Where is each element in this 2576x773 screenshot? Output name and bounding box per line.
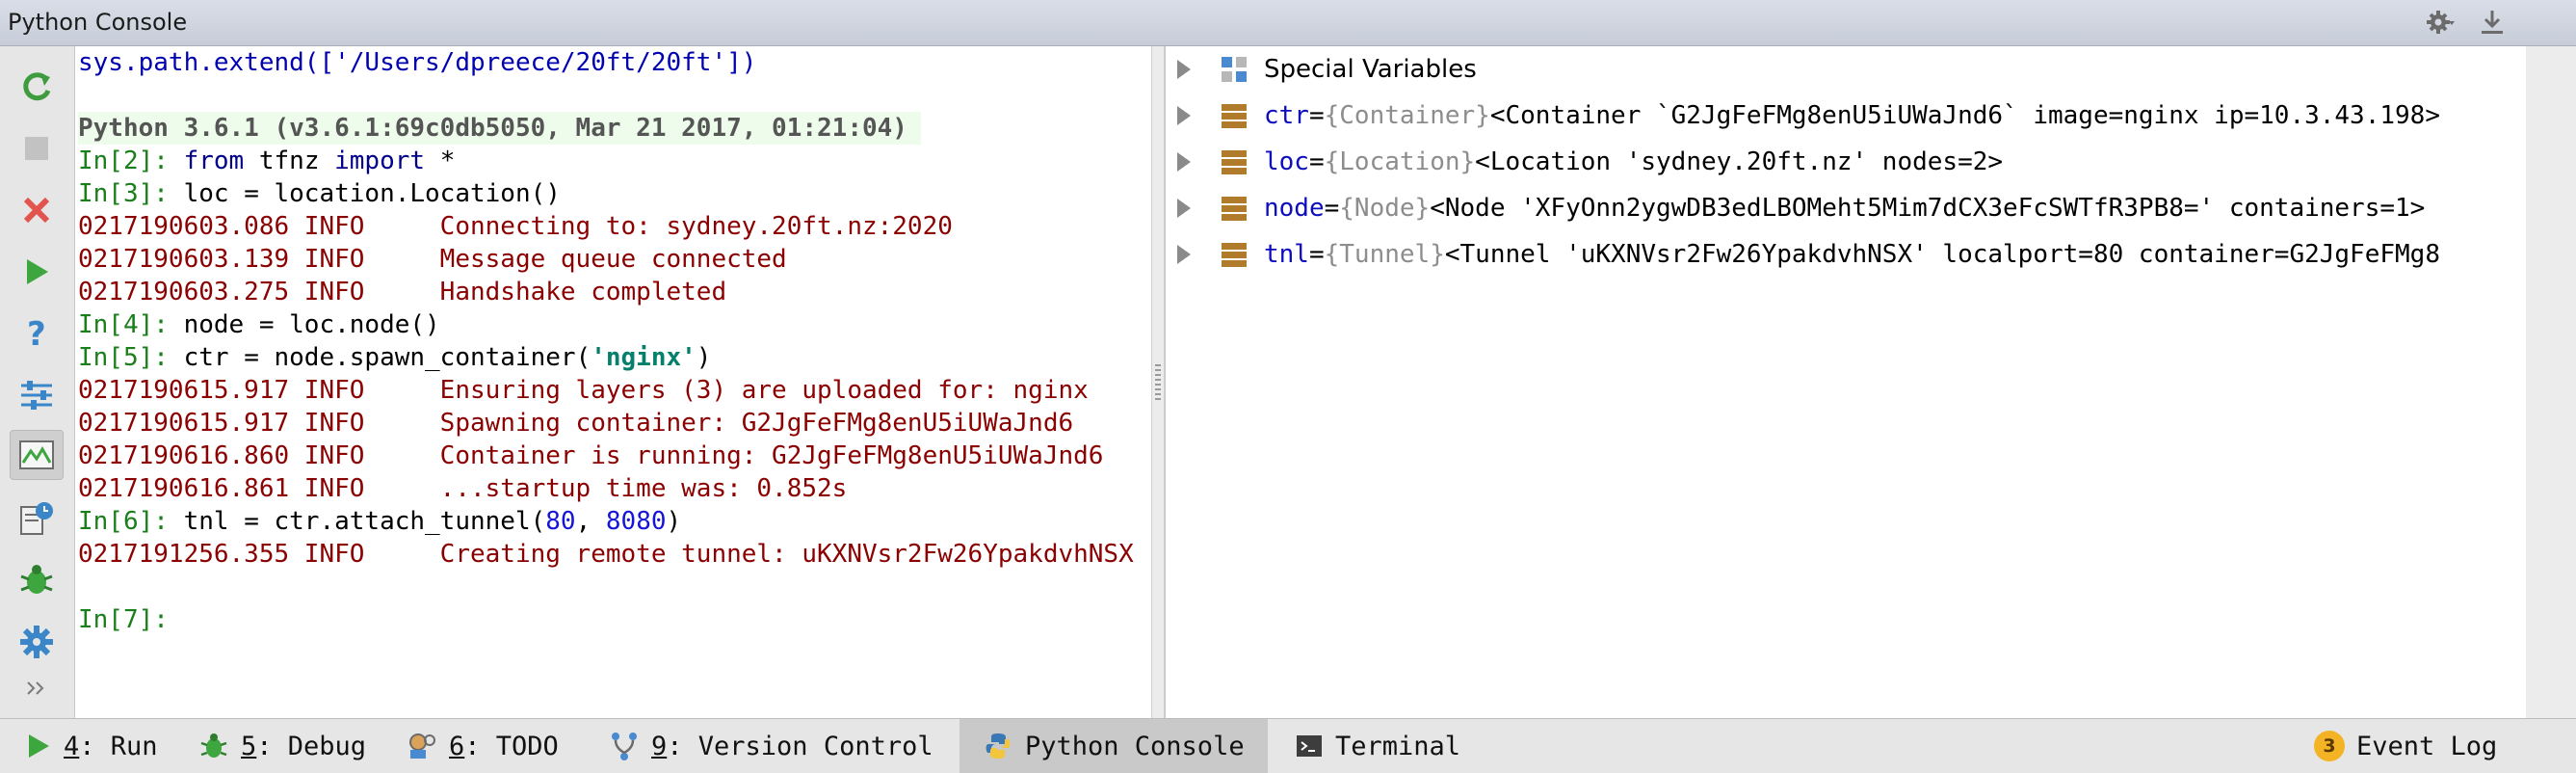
variable-row-loc[interactable]: loc = {Location} <Location 'sydney.20ft.… (1166, 139, 2526, 185)
console-line: sys.path.extend(['/Users/dpreece/20ft/20… (78, 48, 757, 77)
rerun-icon[interactable] (10, 62, 64, 112)
variable-value: <Container `G2JgFeFMg8enU5iUWaJnd6` imag… (1489, 101, 2440, 130)
tool-window-bar: 4: Run 5: Debug 6: TODO 9: Version Contr… (0, 718, 2576, 773)
variable-value: <Location 'sydney.20ft.nz' nodes=2> (1475, 147, 2004, 176)
download-icon[interactable] (2476, 6, 2509, 39)
variable-icon (1222, 243, 1247, 267)
console-log-line: 0217190616.860 INFO Container is running… (78, 441, 1104, 470)
console-log-line: 0217190615.917 INFO Spawning container: … (78, 409, 1074, 438)
run-icon[interactable] (10, 247, 64, 297)
tab-event-log-label: Event Log (2356, 731, 2498, 761)
title-bar: Python Console (0, 0, 2576, 46)
show-variables-icon[interactable] (10, 430, 64, 480)
variable-value: <Node 'XFyOnn2ygwDB3edLBOMeht5Mim7dCX3eF… (1430, 194, 2426, 223)
console-line: In[5]: ctr = node.spawn_container('nginx… (78, 343, 712, 372)
splitter-grip[interactable] (1155, 364, 1161, 403)
tab-version-control-label: 9: Version Control (651, 731, 933, 761)
expand-arrow-icon[interactable] (1177, 152, 1191, 172)
version-control-icon (612, 733, 637, 760)
console-log-line: 0217190603.086 INFO Connecting to: sydne… (78, 212, 953, 241)
special-variables-label: Special Variables (1264, 55, 1477, 84)
gear-icon[interactable] (2424, 6, 2457, 39)
variable-equals: = (1324, 194, 1340, 223)
special-variables-row[interactable]: Special Variables (1166, 46, 2526, 93)
console-output[interactable]: sys.path.extend(['/Users/dpreece/20ft/20… (75, 46, 1151, 718)
tab-version-control[interactable]: 9: Version Control (609, 719, 933, 773)
panel-splitter[interactable] (1151, 46, 1165, 718)
terminal-icon (1297, 735, 1322, 757)
tab-debug-label: 5: Debug (241, 731, 367, 761)
svg-text:?: ? (27, 315, 46, 353)
variable-value: <Tunnel 'uKXNVsr2Fw26YpakdvhNSX' localpo… (1444, 240, 2440, 269)
python-icon (986, 733, 1011, 759)
expand-arrow-icon[interactable] (1177, 60, 1191, 79)
console-log-line: 0217190603.139 INFO Message queue connec… (78, 245, 787, 274)
more-chevron-icon[interactable] (10, 669, 64, 707)
variable-icon (1222, 197, 1247, 221)
variable-type: {Node} (1339, 194, 1431, 223)
settings-icon[interactable] (10, 370, 64, 420)
expand-arrow-icon[interactable] (1177, 106, 1191, 125)
console-line: In[6]: tnl = ctr.attach_tunnel(80, 8080) (78, 507, 682, 536)
console-log-line: 0217190615.917 INFO Ensuring layers (3) … (78, 376, 1089, 405)
close-icon[interactable] (10, 185, 64, 235)
tab-run[interactable]: 4: Run (25, 719, 158, 773)
tab-python-console-label: Python Console (1025, 731, 1245, 761)
history-icon[interactable] (10, 493, 64, 544)
console-line: In[2]: from tfnz import * (78, 147, 456, 175)
stop-icon[interactable] (10, 123, 64, 173)
variable-type: {Container} (1324, 101, 1490, 130)
console-log-line: 0217190603.275 INFO Handshake completed (78, 278, 727, 307)
console-line-banner: Python 3.6.1 (v3.6.1:69c0db5050, Mar 21 … (78, 112, 921, 145)
variables-panel: Special Variables ctr = {Container} <Con… (1165, 46, 2526, 718)
variable-row-ctr[interactable]: ctr = {Container} <Container `G2JgFeFMg8… (1166, 93, 2526, 139)
variable-name: loc (1264, 147, 1309, 176)
debug-icon[interactable] (10, 555, 64, 605)
event-log-badge: 3 (2314, 731, 2345, 761)
console-line: In[3]: loc = location.Location() (78, 179, 561, 208)
variable-type: {Location} (1324, 147, 1476, 176)
console-line: In[4]: node = loc.node() (78, 310, 440, 339)
special-variables-icon (1222, 57, 1247, 82)
variable-icon (1222, 104, 1247, 128)
tab-event-log[interactable]: 3 Event Log (2314, 719, 2497, 773)
variable-type: {Tunnel} (1324, 240, 1445, 269)
right-tool-strip (2526, 46, 2576, 718)
variable-equals: = (1308, 147, 1325, 176)
variable-equals: = (1308, 240, 1325, 269)
console-input-prompt[interactable]: In[7]: (78, 603, 184, 636)
variable-row-node[interactable]: node = {Node} <Node 'XFyOnn2ygwDB3edLBOM… (1166, 185, 2526, 231)
window-title: Python Console (8, 9, 188, 36)
tab-todo[interactable]: 6: TODO (405, 719, 559, 773)
tab-todo-label: 6: TODO (449, 731, 559, 761)
config-gear-icon[interactable] (10, 617, 64, 667)
variable-row-tnl[interactable]: tnl = {Tunnel} <Tunnel 'uKXNVsr2Fw26Ypak… (1166, 231, 2526, 278)
console-log-line: 0217190616.861 INFO ...startup time was:… (78, 474, 848, 503)
help-icon[interactable]: ? (10, 308, 64, 359)
tab-python-console[interactable]: Python Console (959, 719, 1268, 773)
run-icon (29, 734, 49, 758)
tab-debug[interactable]: 5: Debug (198, 719, 366, 773)
console-log-line: 0217191256.355 INFO Creating remote tunn… (78, 540, 1134, 569)
variable-equals: = (1308, 101, 1325, 130)
variable-name: tnl (1264, 240, 1309, 269)
tab-terminal-label: Terminal (1335, 731, 1461, 761)
debug-icon (200, 733, 227, 758)
expand-arrow-icon[interactable] (1177, 245, 1191, 264)
tab-run-label: 4: Run (64, 731, 158, 761)
console-toolbar: ? (0, 46, 75, 718)
expand-arrow-icon[interactable] (1177, 199, 1191, 218)
variable-icon (1222, 150, 1247, 174)
tab-terminal[interactable]: Terminal (1295, 719, 1460, 773)
title-bar-icons (2424, 6, 2509, 39)
variable-name: node (1264, 194, 1325, 223)
variable-name: ctr (1264, 101, 1309, 130)
todo-icon (409, 733, 435, 759)
